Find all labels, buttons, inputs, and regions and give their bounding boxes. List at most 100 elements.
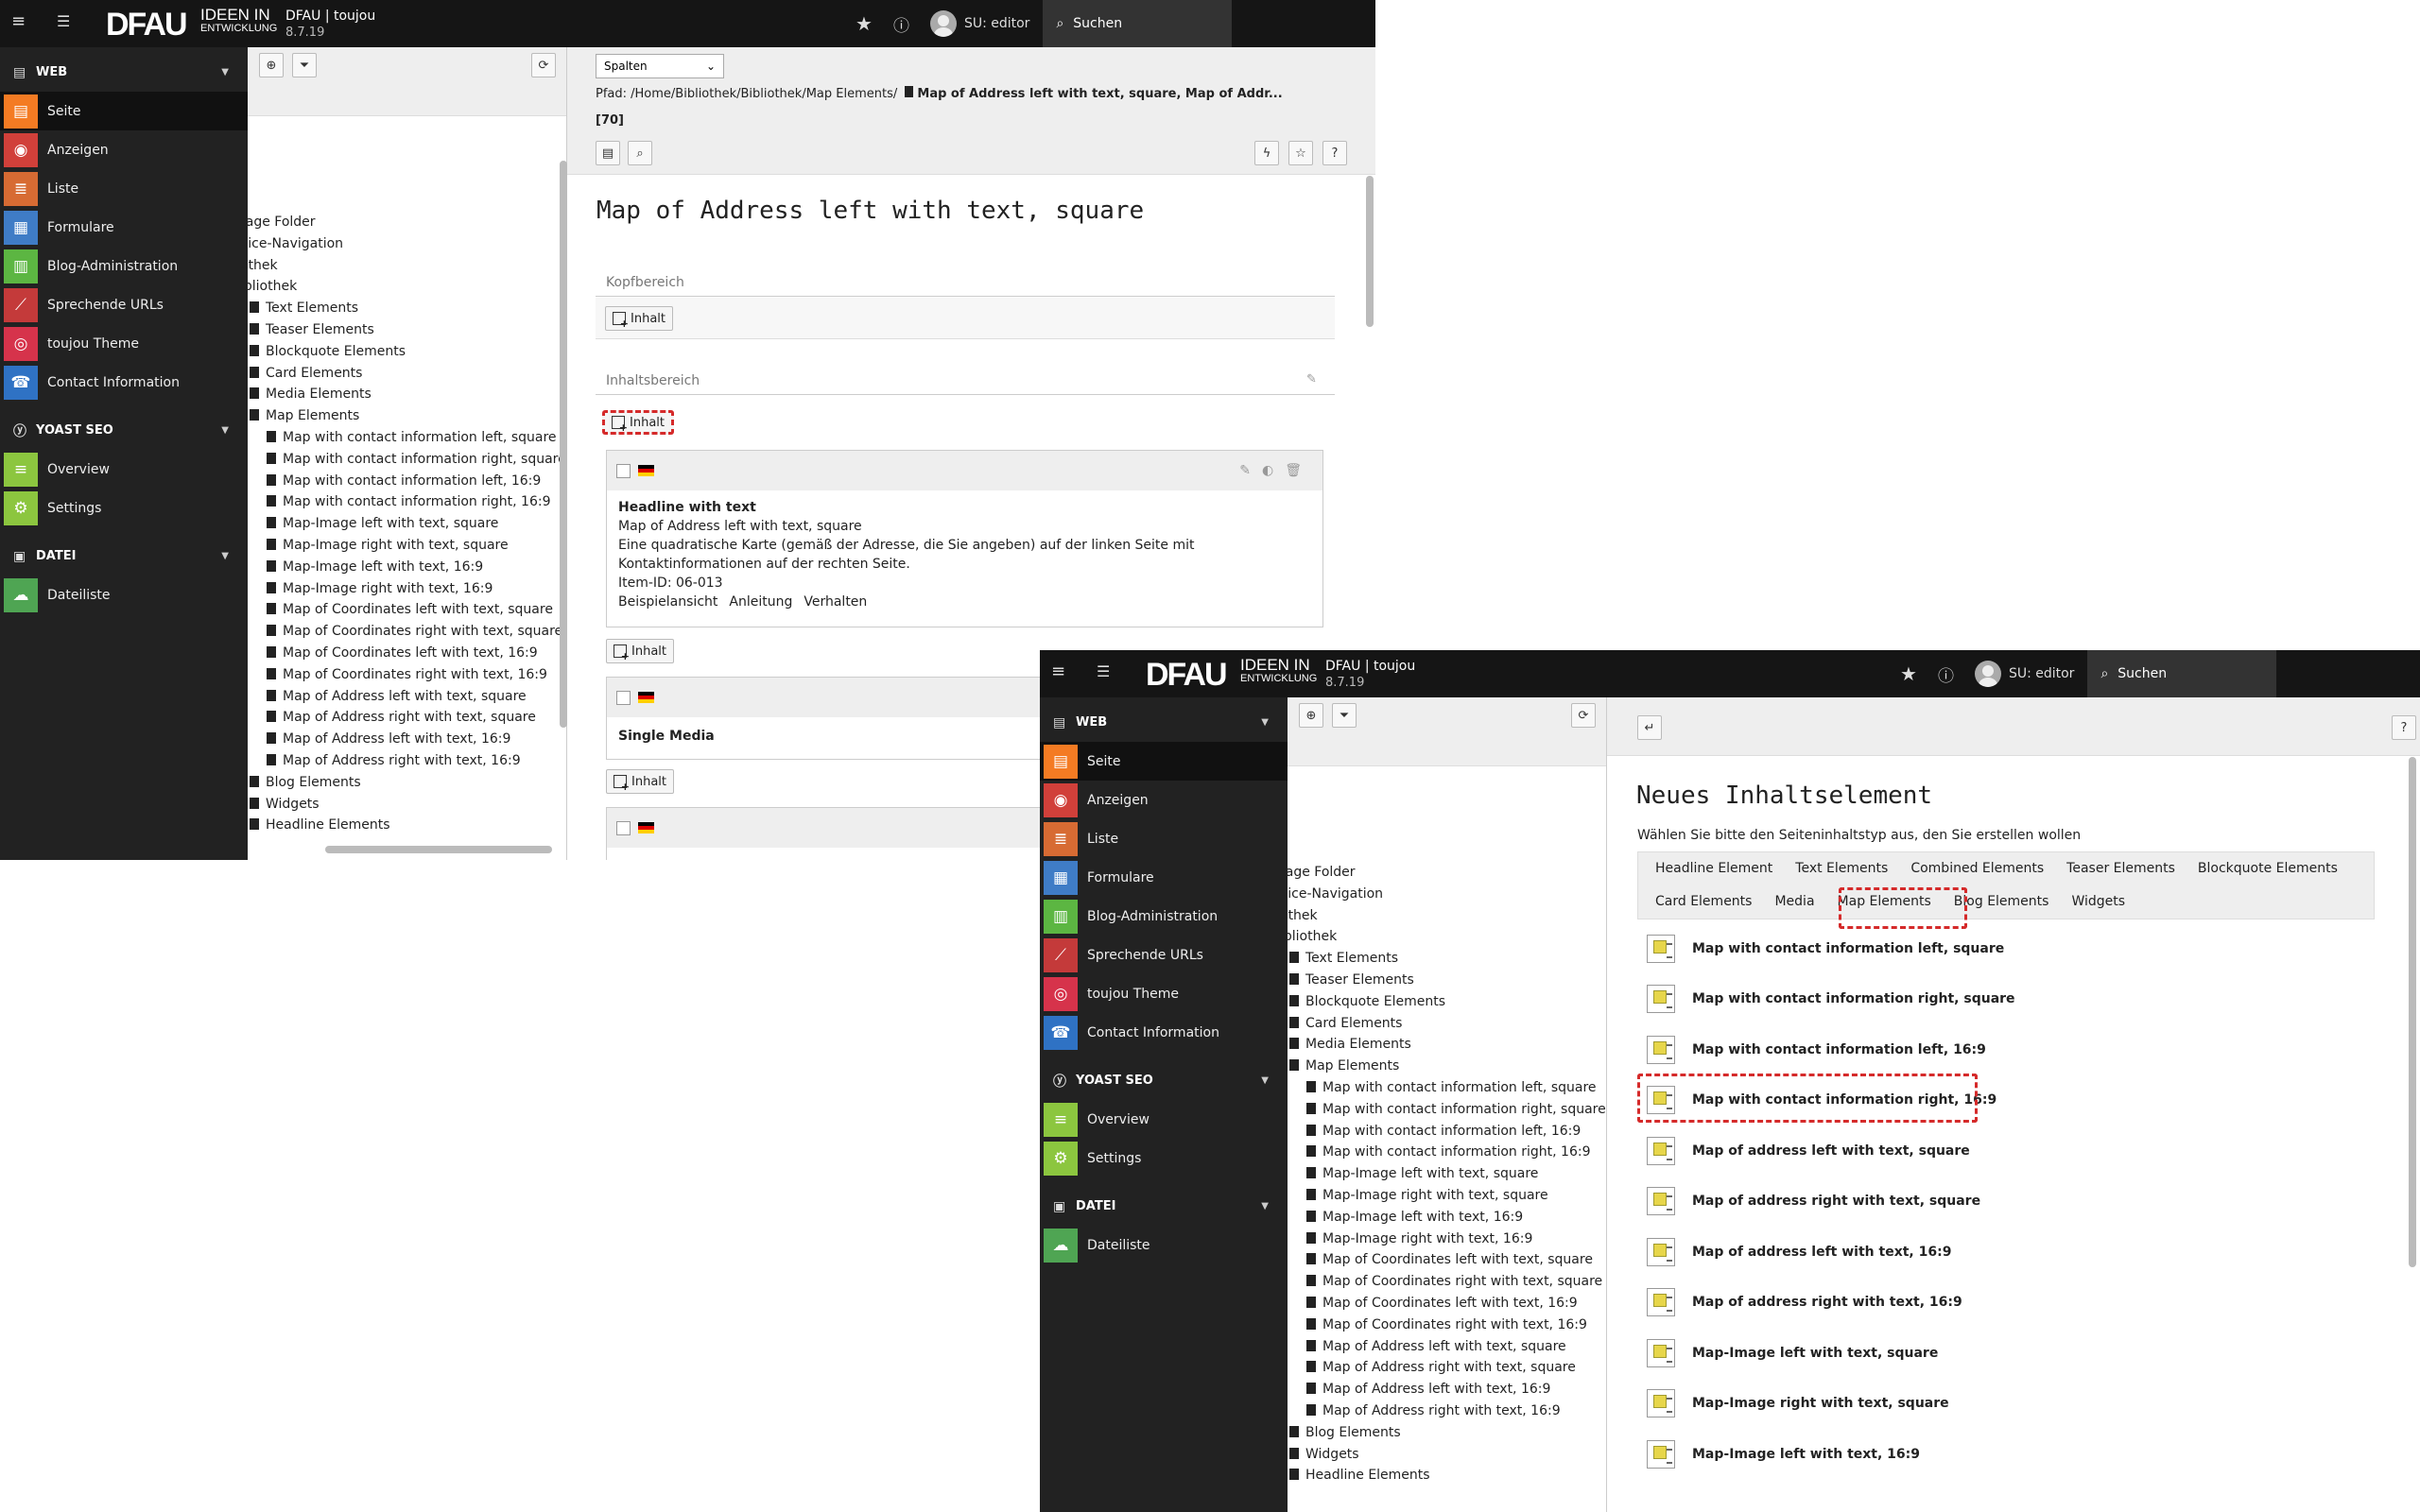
module-item[interactable]: ▥ Blog-Administration <box>1040 897 1288 936</box>
module-item[interactable]: ▤ Seite <box>0 92 248 130</box>
logo[interactable]: DFAU <box>1146 657 1228 694</box>
tree-node[interactable]: Map of Address right with text, 16:9 <box>1280 1400 1601 1422</box>
wizard-item[interactable]: Map with contact information right, 16:9 <box>1647 1075 2375 1126</box>
tree-node[interactable]: Teaser Elements <box>240 319 562 341</box>
wizard-item[interactable]: Map of address left with text, square <box>1647 1125 2375 1177</box>
tree-node[interactable]: Headline Elements <box>240 815 562 836</box>
module-group-datei[interactable]: ▣ DATEI ▼ <box>1040 1187 1288 1226</box>
content-scrollbar[interactable] <box>2409 757 2416 1267</box>
tree-node[interactable]: Blockquote Elements <box>1280 991 1601 1013</box>
module-item[interactable]: ◉ Anzeigen <box>0 130 248 169</box>
module-item[interactable]: ≣ Liste <box>0 169 248 208</box>
help-button[interactable]: ? <box>2392 715 2416 740</box>
module-item[interactable]: ▦ Formulare <box>0 208 248 247</box>
tab-blockquote-elements[interactable]: Blockquote Elements <box>2187 852 2349 885</box>
wizard-item[interactable]: Map with contact information left, squar… <box>1647 923 2375 974</box>
user-name[interactable]: SU: editor <box>2009 666 2075 681</box>
tree-node[interactable]: rage Folder <box>240 212 562 233</box>
search-box[interactable]: ⌕ Suchen <box>2087 650 2277 697</box>
help-button[interactable]: ? <box>1322 141 1347 165</box>
module-item[interactable]: ▤ Seite <box>1040 742 1288 781</box>
tree-node[interactable]: Map of Address right with text, square <box>240 707 562 729</box>
tab-teaser-elements[interactable]: Teaser Elements <box>2055 852 2187 885</box>
module-group-yoast-seo[interactable]: ⓨ YOAST SEO ▼ <box>0 411 248 450</box>
search-icon[interactable]: ⌕ <box>628 141 652 165</box>
new-content-button[interactable]: Inhalt <box>606 769 674 794</box>
tab-widgets[interactable]: Widgets <box>2060 885 2136 919</box>
wizard-item[interactable]: Map of address left with text, 16:9 <box>1647 1227 2375 1278</box>
new-content-button-highlighted[interactable]: Inhalt <box>602 410 674 435</box>
avatar[interactable] <box>1974 661 2001 687</box>
tree-node[interactable]: Map-Image left with text, square <box>1280 1163 1601 1185</box>
tree-node[interactable]: Map Elements <box>1280 1056 1601 1077</box>
module-item[interactable]: ☁ Dateiliste <box>1040 1226 1288 1264</box>
tree-node[interactable]: Map-Image right with text, 16:9 <box>240 578 562 600</box>
page-properties-icon[interactable]: ▤ <box>596 141 620 165</box>
tree-node[interactable]: Map of Coordinates right with text, squa… <box>1280 1271 1602 1293</box>
tree-node[interactable]: Map-Image right with text, square <box>1280 1185 1601 1207</box>
clear-cache-icon[interactable]: ϟ <box>1254 141 1279 165</box>
module-item[interactable]: ◎ toujou Theme <box>1040 974 1288 1013</box>
tree-node[interactable]: vice-Navigation <box>1280 884 1601 905</box>
tab-headline-element[interactable]: Headline Element <box>1644 852 1784 885</box>
module-item[interactable]: ◎ toujou Theme <box>0 324 248 363</box>
logo[interactable]: DFAU <box>106 7 188 43</box>
tree-node[interactable]: othek <box>240 255 562 277</box>
wizard-item[interactable]: Map of address right with text, 16:9 <box>1647 1278 2375 1329</box>
module-item[interactable]: ☎ Contact Information <box>1040 1013 1288 1052</box>
bookmark-star-icon[interactable]: ★ <box>1900 662 1917 685</box>
bookmark-icon[interactable]: ☆ <box>1288 141 1313 165</box>
tree-node[interactable]: rage Folder <box>1280 862 1601 884</box>
tab-card-elements[interactable]: Card Elements <box>1644 885 1763 919</box>
delete-icon[interactable]: 🗑 <box>1285 463 1313 478</box>
module-item[interactable]: ☁ Dateiliste <box>0 576 248 614</box>
module-item[interactable]: ◉ Anzeigen <box>1040 781 1288 819</box>
tree-node[interactable]: Card Elements <box>240 363 562 385</box>
tree-node[interactable]: Map with contact information left, 16:9 <box>1280 1121 1601 1143</box>
wizard-item[interactable]: Map-Image left with text, square <box>1647 1328 2375 1379</box>
tree-node[interactable]: Map of Coordinates left with text, squar… <box>240 599 562 621</box>
tree-node[interactable]: Map of Address left with text, 16:9 <box>1280 1379 1601 1400</box>
hamburger-icon[interactable]: ≡ <box>1051 662 1065 681</box>
module-item[interactable]: ⟋ Sprechende URLs <box>0 285 248 324</box>
tree-node[interactable]: Map of Address left with text, square <box>240 686 562 708</box>
select-checkbox[interactable] <box>616 820 631 835</box>
bookmark-star-icon[interactable]: ★ <box>856 12 873 35</box>
tree-node[interactable]: Map with contact information right, 16:9 <box>240 491 562 513</box>
tree-node[interactable]: Map-Image left with text, 16:9 <box>1280 1207 1601 1228</box>
tree-node[interactable]: Map with contact information left, 16:9 <box>240 471 562 492</box>
tree-node[interactable]: Blockquote Elements <box>240 341 562 363</box>
module-item[interactable]: ≣ Liste <box>1040 819 1288 858</box>
select-checkbox[interactable] <box>616 463 631 478</box>
tree-node[interactable]: Widgets <box>1280 1444 1601 1466</box>
tab-map-elements[interactable]: Map Elements <box>1826 885 1943 919</box>
tab-media[interactable]: Media <box>1763 885 1825 919</box>
tree-node[interactable]: Map with contact information left, squar… <box>1280 1077 1601 1099</box>
tree-node[interactable]: Map with contact information left, squar… <box>240 427 562 449</box>
tree-node[interactable]: Blog Elements <box>1280 1422 1601 1444</box>
tree-node[interactable]: Map-Image left with text, square <box>240 513 562 535</box>
tree-scrollbar[interactable] <box>560 161 567 728</box>
wizard-item[interactable]: Map with contact information right, squa… <box>1647 974 2375 1025</box>
tree-node[interactable]: Map of Coordinates left with text, 16:9 <box>1280 1293 1601 1314</box>
module-item[interactable]: ⟋ Sprechende URLs <box>1040 936 1288 974</box>
module-group-web[interactable]: ▤ WEB ▼ <box>0 53 248 92</box>
help-icon[interactable]: ⓘ <box>893 12 909 36</box>
module-item[interactable]: ▦ Formulare <box>1040 858 1288 897</box>
tree-toggle-icon[interactable]: ☰ <box>57 12 70 30</box>
tab-blog-elements[interactable]: Blog Elements <box>1943 885 2061 919</box>
filter-icon[interactable]: ⏷ <box>1332 703 1357 728</box>
tree-node[interactable]: Map of Coordinates right with text, squa… <box>240 621 562 643</box>
back-icon[interactable]: ↵ <box>1637 715 1662 740</box>
view-select[interactable]: Spalten ⌄ <box>596 54 724 78</box>
module-item[interactable]: ≡ Overview <box>0 450 248 489</box>
tree-node[interactable]: Map with contact information right, squa… <box>240 449 566 471</box>
link-manual[interactable]: Anleitung <box>729 593 792 611</box>
tree-node[interactable]: Map with contact information right, 16:9 <box>1280 1142 1601 1163</box>
content-scrollbar[interactable] <box>1366 176 1374 327</box>
user-name[interactable]: SU: editor <box>964 16 1030 31</box>
edit-icon[interactable]: ✎ <box>1239 463 1262 478</box>
tree-node[interactable]: Media Elements <box>240 384 562 405</box>
tree-node[interactable]: Media Elements <box>1280 1034 1601 1056</box>
tree-node[interactable]: Map-Image right with text, 16:9 <box>1280 1228 1601 1250</box>
